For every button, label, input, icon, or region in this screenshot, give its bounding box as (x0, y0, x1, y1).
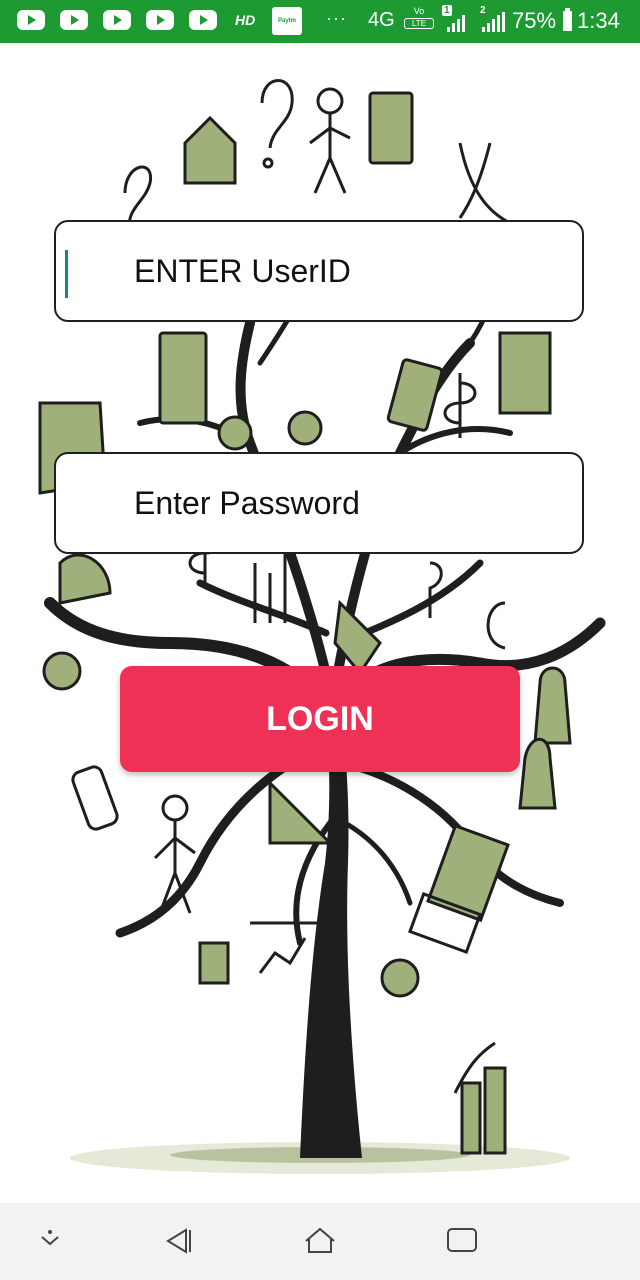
userid-input[interactable] (134, 222, 574, 320)
hd-label: HD (235, 12, 256, 28)
expand-down-icon[interactable] (36, 1225, 64, 1253)
battery-percent: 75% (512, 8, 557, 33)
status-bar: HD Paytm ··· 4G Vo LTE 1 2 75% 1:34 (0, 0, 640, 43)
signal-icon-sim2 (482, 12, 505, 32)
youtube-icon (103, 10, 131, 30)
paytm-icon: Paytm (272, 7, 302, 35)
youtube-icon (189, 10, 217, 30)
clock: 1:34 (577, 8, 620, 33)
volte-label: Vo (413, 6, 425, 16)
recents-icon[interactable] (445, 1225, 479, 1255)
userid-field-container (54, 220, 584, 322)
back-icon[interactable] (162, 1225, 194, 1257)
battery-icon (563, 8, 572, 31)
more-notifications-icon: ··· (326, 8, 347, 28)
tree-background-illustration (38, 79, 606, 1174)
signal-icon-sim1 (447, 12, 465, 32)
login-screen: LOGIN (0, 43, 640, 1203)
home-icon[interactable] (302, 1225, 338, 1257)
volte-icon: Vo LTE (404, 6, 434, 36)
network-type: 4G (368, 9, 395, 31)
youtube-icon (17, 10, 45, 30)
password-field-container (54, 452, 584, 554)
youtube-icon (60, 10, 88, 30)
login-button[interactable]: LOGIN (120, 666, 520, 772)
password-input[interactable] (134, 454, 574, 552)
text-cursor (65, 250, 68, 298)
youtube-icon (146, 10, 174, 30)
lte-label: LTE (404, 18, 434, 29)
navigation-bar (0, 1203, 640, 1280)
